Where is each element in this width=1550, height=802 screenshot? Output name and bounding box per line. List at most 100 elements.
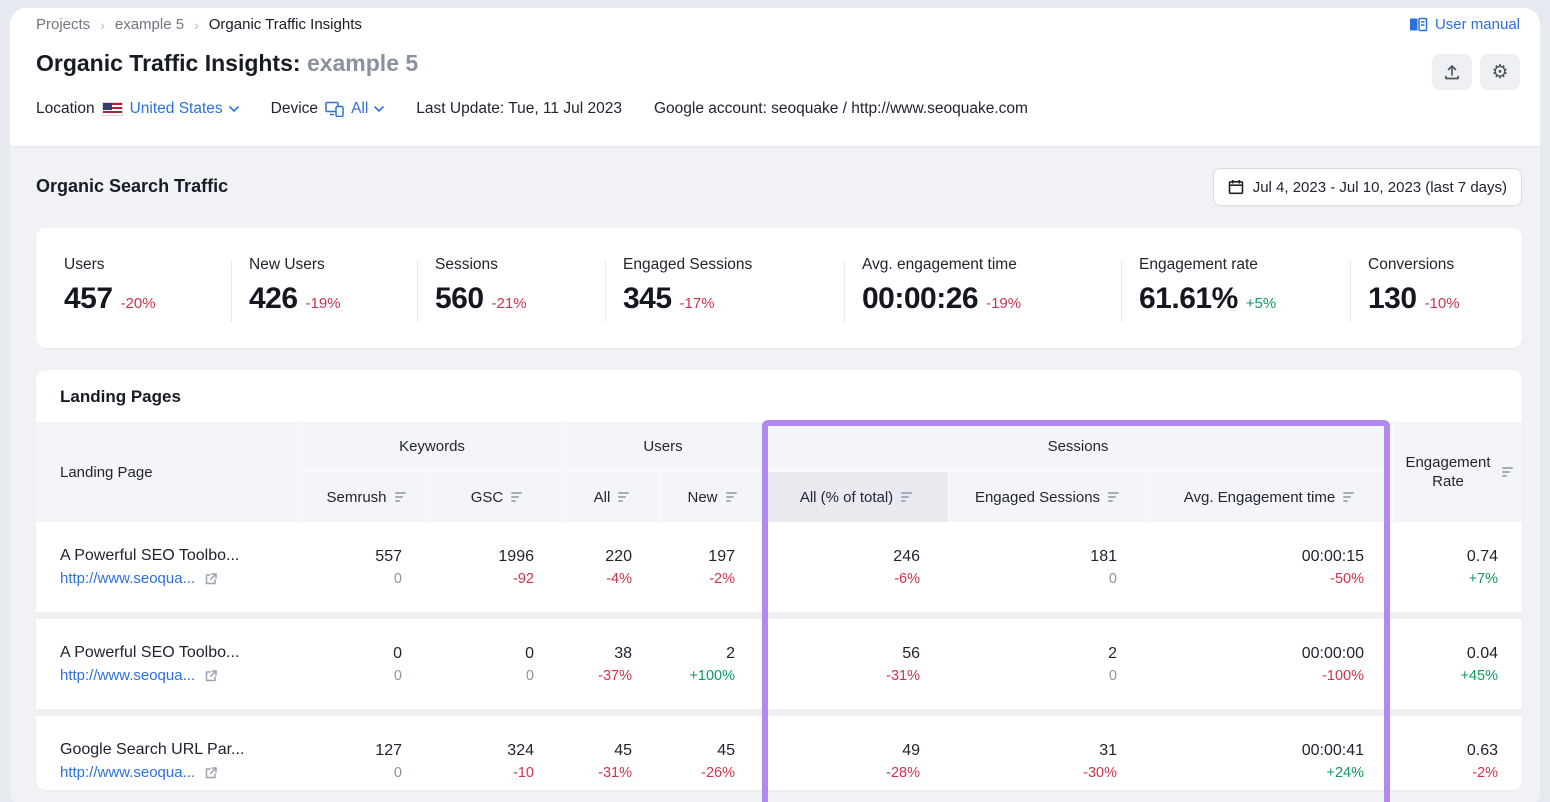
sessions-all-cell: 49-28% (763, 716, 948, 790)
column-group-users: Users (562, 422, 763, 472)
column-header-gsc[interactable]: GSC (430, 472, 562, 522)
external-link-icon[interactable] (204, 572, 218, 586)
landing-page-cell: Google Search URL Par... http://www.seoq… (36, 716, 301, 790)
chevron-down-icon (229, 106, 239, 112)
breadcrumb-projects[interactable]: Projects (36, 16, 90, 33)
devices-icon (325, 101, 344, 117)
stat-new-users: New Users 426-19% (231, 228, 417, 348)
landing-page-url-link[interactable]: http://www.seoqua... (60, 667, 218, 684)
stat-delta: -17% (680, 295, 715, 312)
settings-button[interactable]: ⚙ (1480, 54, 1520, 90)
stat-value: 61.61% (1139, 282, 1238, 316)
user-manual-icon (1409, 17, 1428, 33)
external-link-icon[interactable] (204, 766, 218, 780)
column-group-keywords: Keywords (301, 422, 562, 472)
semrush-cell: 00 (301, 619, 430, 709)
breadcrumb-separator-icon: › (194, 17, 199, 33)
breadcrumb: Projects › example 5 › Organic Traffic I… (36, 16, 362, 33)
date-range-picker[interactable]: Jul 4, 2023 - Jul 10, 2023 (last 7 days) (1213, 168, 1522, 206)
sort-icon (511, 492, 522, 502)
sort-icon (1108, 492, 1119, 502)
last-update: Last Update: Tue, 11 Jul 2023 (416, 100, 622, 118)
sessions-all-cell: 246-6% (763, 522, 948, 612)
external-link-icon[interactable] (204, 669, 218, 683)
us-flag-icon (102, 102, 123, 116)
avg-engagement-time-cell: 00:00:41+24% (1145, 716, 1392, 790)
semrush-cell: 1270 (301, 716, 430, 790)
stat-delta: -10% (1425, 295, 1460, 312)
stat-delta: -19% (986, 295, 1021, 312)
engaged-sessions-cell: 1810 (948, 522, 1145, 612)
device-dropdown[interactable]: Device All (271, 100, 385, 118)
device-label: Device (271, 100, 318, 118)
engaged-sessions-cell: 31-30% (948, 716, 1145, 790)
column-header-sessions-all[interactable]: All (% of total) (763, 472, 948, 522)
stat-value: 560 (435, 282, 484, 316)
column-header-engagement-rate[interactable]: Engagement Rate (1392, 422, 1522, 522)
stat-users: Users 457-20% (36, 228, 231, 348)
sort-icon (1343, 492, 1354, 502)
sessions-all-cell: 56-31% (763, 619, 948, 709)
table-row: A Powerful SEO Toolbo... http://www.seoq… (36, 619, 1522, 709)
sort-icon (618, 492, 629, 502)
landing-page-url-link[interactable]: http://www.seoqua... (60, 570, 218, 587)
column-header-landing-page: Landing Page (36, 422, 301, 522)
calendar-icon (1228, 179, 1244, 195)
landing-page-title: Google Search URL Par... (60, 741, 244, 759)
organic-search-traffic-title: Organic Search Traffic (36, 176, 228, 197)
landing-pages-card: Landing Pages Landing Page Keywords User… (36, 370, 1522, 790)
page-title: Organic Traffic Insights: example 5 (36, 50, 418, 77)
engagement-rate-cell: 0.63-2% (1392, 716, 1522, 790)
header-divider (10, 146, 1540, 147)
landing-page-cell: A Powerful SEO Toolbo... http://www.seoq… (36, 619, 301, 709)
table-row: Google Search URL Par... http://www.seoq… (36, 716, 1522, 790)
column-header-semrush[interactable]: Semrush (301, 472, 430, 522)
users-new-cell: 197-2% (660, 522, 763, 612)
device-value: All (351, 100, 368, 118)
avg-engagement-time-cell: 00:00:00-100% (1145, 619, 1392, 709)
landing-page-url-link[interactable]: http://www.seoqua... (60, 764, 218, 781)
stat-conversions: Conversions 130-10% (1350, 228, 1522, 348)
export-button[interactable] (1432, 54, 1472, 90)
landing-page-title: A Powerful SEO Toolbo... (60, 547, 239, 565)
page-title-project: example 5 (307, 50, 418, 76)
row-separator (36, 709, 1522, 716)
semrush-cell: 5570 (301, 522, 430, 612)
row-separator (36, 612, 1522, 619)
location-dropdown[interactable]: Location United States (36, 100, 239, 118)
table-row: A Powerful SEO Toolbo... http://www.seoq… (36, 522, 1522, 612)
sort-icon (901, 492, 912, 502)
stat-engagement-rate: Engagement rate 61.61%+5% (1121, 228, 1350, 348)
gear-icon: ⚙ (1491, 63, 1508, 82)
stat-value: 345 (623, 282, 672, 316)
chevron-down-icon (374, 106, 384, 112)
column-header-engaged-sessions[interactable]: Engaged Sessions (948, 472, 1145, 522)
column-header-users-all[interactable]: All (562, 472, 660, 522)
stat-delta: -21% (492, 295, 527, 312)
stat-value: 426 (249, 282, 298, 316)
stat-delta: -19% (306, 295, 341, 312)
users-new-cell: 2+100% (660, 619, 763, 709)
users-all-cell: 45-31% (562, 716, 660, 790)
sort-icon (726, 492, 737, 502)
users-all-cell: 220-4% (562, 522, 660, 612)
column-header-avg-engagement-time[interactable]: Avg. Engagement time (1145, 472, 1392, 522)
stats-card: Users 457-20% New Users 426-19% Sessions… (36, 228, 1522, 348)
location-label: Location (36, 100, 95, 118)
landing-pages-title: Landing Pages (36, 370, 1522, 422)
google-account: Google account: seoquake / http://www.se… (654, 100, 1028, 118)
user-manual-link[interactable]: User manual (1409, 16, 1520, 33)
users-all-cell: 38-37% (562, 619, 660, 709)
column-header-users-new[interactable]: New (660, 472, 763, 522)
stat-value: 00:00:26 (862, 282, 978, 316)
landing-page-cell: A Powerful SEO Toolbo... http://www.seoq… (36, 522, 301, 612)
gsc-cell: 1996-92 (430, 522, 562, 612)
breadcrumb-project-name[interactable]: example 5 (115, 16, 184, 33)
column-group-sessions: Sessions (763, 422, 1392, 472)
breadcrumb-separator-icon: › (100, 17, 105, 33)
gsc-cell: 324-10 (430, 716, 562, 790)
gsc-cell: 00 (430, 619, 562, 709)
avg-engagement-time-cell: 00:00:15-50% (1145, 522, 1392, 612)
landing-page-title: A Powerful SEO Toolbo... (60, 644, 239, 662)
stat-engaged-sessions: Engaged Sessions 345-17% (605, 228, 844, 348)
